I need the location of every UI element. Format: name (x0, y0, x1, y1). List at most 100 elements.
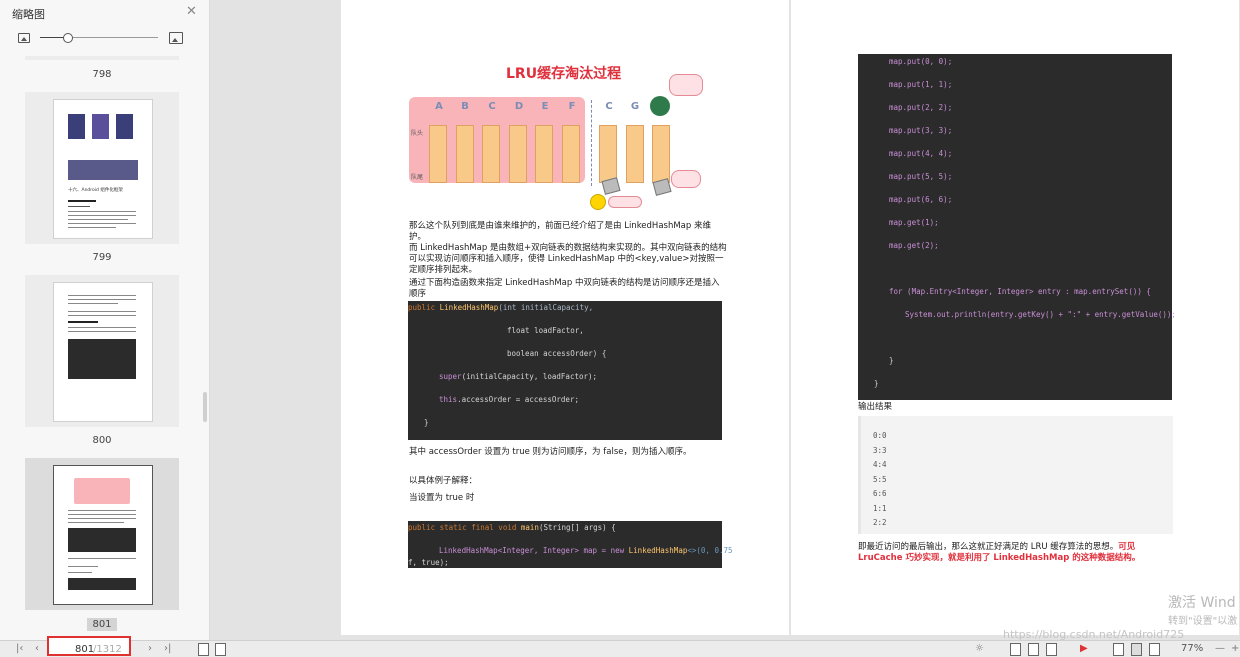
queue-column (456, 125, 474, 183)
paragraph: 以具体例子解释： (409, 476, 478, 486)
code-token: LinkedHashMap (628, 546, 688, 555)
paragraph: 通过下面构造函数来指定 LinkedHashMap 中双向链表的结构是访问顺序还… (409, 278, 720, 299)
play-icon[interactable]: ▶ (1080, 643, 1088, 654)
code-line: for (Map.Entry<Integer, Integer> entry :… (889, 287, 1151, 296)
thumbnail-sidebar: 缩略图 ✕ 798 十六、Android 组件化框架 799 800 801 (0, 0, 210, 640)
paragraph: 其中 accessOrder 设置为 true 则为访问顺序，为 false，则… (409, 447, 692, 457)
evicted-block (601, 177, 621, 195)
thumbnail-page-preview (53, 282, 153, 422)
code-token: <>(0, 0.75 (687, 546, 733, 555)
paragraph: 而 LinkedHashMap 是由数组+双向链表的数据结构来实现的。其中双向链… (409, 243, 727, 275)
next-page-icon[interactable]: › (148, 643, 152, 654)
output-line: 4:4 (873, 460, 887, 469)
output-line: 0:0 (873, 431, 887, 440)
output-line: 2:2 (873, 518, 887, 527)
code-token: main (520, 523, 539, 532)
queue-head-label: 队头 (411, 130, 424, 137)
code-line: map.put(1, 1); (889, 80, 953, 89)
smiley-icon (590, 194, 606, 210)
code-line: boolean accessOrder) { (507, 349, 607, 358)
paragraph: 那么这个队列到底是由谁来维护的，前面已经介绍了是由 LinkedHashMap … (409, 221, 711, 242)
zoom-in-icon[interactable]: + (1231, 643, 1239, 654)
thumbnail-number: 799 (92, 252, 112, 263)
conclusion-highlight: LruCache 巧妙实现，就是利用了 LinkedHashMap 的这种数据结… (858, 553, 1141, 563)
queue-column (652, 125, 670, 183)
code-token: (initialCapacity, loadFactor); (461, 372, 598, 381)
output-box: 0:0 3:3 4:4 5:5 6:6 1:1 2:2 (858, 416, 1173, 534)
diagram-letter: G (630, 101, 640, 112)
output-label: 输出结果 (858, 402, 893, 412)
thumbnail-zoom-row (0, 26, 209, 50)
view-mode-double-icon[interactable] (1028, 643, 1039, 656)
document-page-left: LRU缓存淘汰过程 A B C D E F C G 队头 队尾 那么这个队列到底… (341, 0, 789, 635)
thumbnail-799[interactable]: 十六、Android 组件化框架 (25, 92, 179, 244)
output-line: 3:3 (873, 446, 887, 455)
code-token: public (408, 303, 440, 312)
settings-icon[interactable]: ☼ (975, 643, 984, 654)
last-page-icon[interactable]: ›| (164, 643, 171, 654)
thumbnail-number: 801 (25, 618, 179, 631)
code-line: float loadFactor, (507, 326, 584, 335)
view-mode-book-icon[interactable] (1046, 643, 1057, 656)
fit-page-icon[interactable] (1131, 643, 1142, 656)
current-page[interactable]: 801 (75, 644, 94, 655)
code-line: map.put(3, 3); (889, 126, 953, 135)
code-token: LinkedHashMap (439, 303, 499, 312)
thumbnail-801[interactable] (25, 458, 179, 610)
code-token: this (439, 395, 458, 404)
code-block-constructor: public LinkedHashMap(int initialCapacity… (408, 301, 722, 440)
actual-size-icon[interactable] (1149, 643, 1160, 656)
close-icon[interactable]: ✕ (186, 4, 197, 19)
thumbnail-zoom-slider[interactable] (40, 33, 158, 43)
windows-activation-watermark: 激活 Wind (1168, 595, 1236, 611)
diagram-letter: C (488, 101, 496, 112)
selected-page-number: 801 (87, 618, 117, 631)
prev-page-icon[interactable]: ‹ (35, 643, 39, 654)
code-line: System.out.println(entry.getKey() + ":" … (905, 310, 1176, 319)
code-block-main: public static final void main(String[] a… (408, 521, 733, 568)
thumbnail-page-preview: 十六、Android 组件化框架 (53, 99, 153, 239)
zoom-level[interactable]: 77% (1181, 643, 1203, 654)
large-image-icon[interactable] (169, 32, 183, 44)
code-token: super (439, 372, 462, 381)
page-number-input[interactable]: 801 /1312 (47, 636, 131, 656)
fit-width-icon[interactable] (1113, 643, 1124, 656)
code-token: .accessOrder = accessOrder; (457, 395, 579, 404)
view-mode-single-icon[interactable] (1010, 643, 1021, 656)
code-line: map.get(2); (889, 241, 939, 250)
zoom-out-icon[interactable]: — (1215, 643, 1225, 654)
document-page-right: map.put(0, 0); map.put(1, 1); map.put(2,… (791, 0, 1239, 635)
diagram-letter: C (605, 101, 613, 112)
knocked-bubble (608, 196, 642, 208)
diagram-letter: D (514, 101, 524, 112)
queue-column (535, 125, 553, 183)
sidebar-splitter[interactable] (203, 392, 207, 422)
diagram-letter: A (435, 101, 443, 112)
code-line: map.put(5, 5); (889, 172, 953, 181)
queue-column (599, 125, 617, 183)
code-line: } (874, 379, 879, 388)
slider-knob[interactable] (63, 33, 74, 43)
queue-column (562, 125, 580, 183)
small-image-icon[interactable] (18, 33, 30, 43)
sidebar-title: 缩略图 (12, 8, 45, 21)
thumbnail-798[interactable] (25, 56, 179, 60)
page-layout-icon-2[interactable] (215, 643, 226, 656)
diagram-title: LRU缓存淘汰过程 (506, 66, 622, 82)
code-line: map.put(4, 4); (889, 149, 953, 158)
diagram-cloud-bottom (671, 170, 701, 188)
conclusion-paragraph: 即最近访问的最后输出，那么这就正好满足的 LRU 缓存算法的思想。可见 LruCa… (858, 542, 1158, 564)
queue-column (429, 125, 447, 183)
thumbnail-800[interactable] (25, 275, 179, 427)
conclusion-text: 即最近访问的最后输出，那么这就正好满足的 LRU 缓存算法的思想。 (858, 542, 1119, 552)
thumbnail-caption: 十六、Android 组件化框架 (68, 188, 123, 193)
page-layout-icon[interactable] (198, 643, 209, 656)
code-line: } (889, 356, 894, 365)
output-line: 1:1 (873, 504, 887, 513)
first-page-icon[interactable]: |‹ (16, 643, 23, 654)
thumbnail-number: 800 (92, 435, 112, 446)
queue-column (482, 125, 500, 183)
paragraph: 当设置为 true 时 (409, 493, 475, 503)
code-line: map.get(1); (889, 218, 939, 227)
evicted-block (652, 178, 672, 196)
